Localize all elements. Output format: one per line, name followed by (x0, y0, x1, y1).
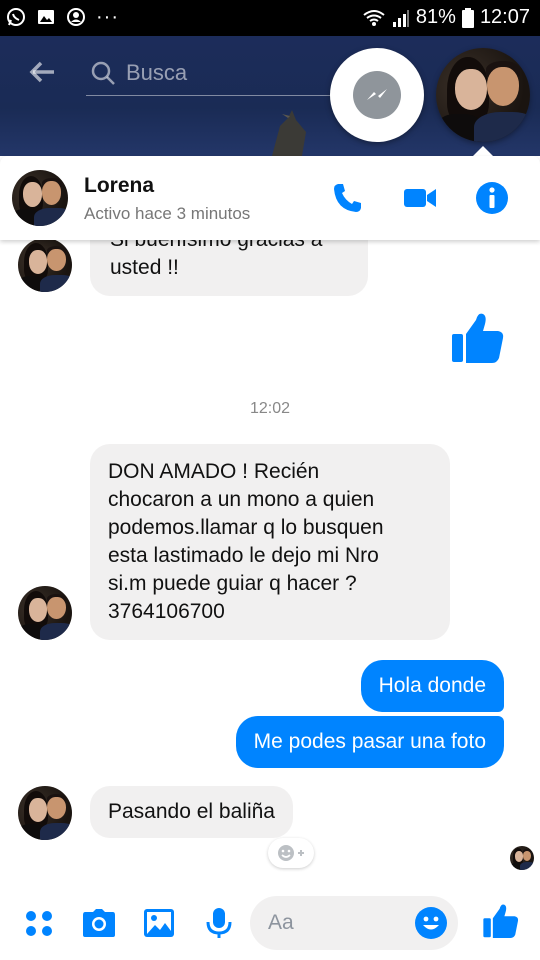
message-text: usted !! (110, 256, 179, 279)
messenger-icon (353, 71, 401, 119)
gallery-icon (38, 10, 54, 24)
video-icon[interactable] (402, 180, 438, 216)
image-icon[interactable] (142, 906, 176, 940)
message-text: si.m puede guiar q hacer ? (108, 572, 357, 595)
message-input-placeholder: Aa (268, 911, 294, 934)
battery-percent: 81% (415, 6, 456, 28)
search-icon (91, 61, 115, 85)
incoming-message[interactable]: DON AMADO ! Recién chocaron a un mono a … (90, 444, 450, 640)
outgoing-message[interactable]: Me podes pasar una foto (235, 716, 504, 768)
add-reaction-icon (278, 845, 304, 861)
message-text: Si buenísimo gracias a (110, 240, 348, 254)
like-icon[interactable] (450, 310, 506, 366)
incoming-message[interactable]: Pasando el baliña (90, 786, 293, 838)
message-list[interactable]: Si buenísimo gracias a usted !! 12:02 DO… (0, 240, 540, 886)
contact-chathead[interactable] (436, 48, 530, 142)
message-input[interactable]: Aa (250, 896, 458, 950)
phone-icon[interactable] (330, 180, 366, 216)
like-icon[interactable] (482, 902, 520, 940)
add-reaction-button[interactable] (268, 838, 314, 868)
message-text: chocaron a un mono a quien (108, 488, 375, 511)
message-text: Pasando el baliña (108, 800, 275, 823)
conversation-header: Lorena Activo hace 3 minutos (0, 156, 540, 240)
mic-icon[interactable] (202, 906, 236, 940)
incoming-message[interactable]: Si buenísimo gracias a usted !! (90, 240, 368, 296)
signal-icon (392, 9, 409, 27)
avatar[interactable] (18, 586, 72, 640)
battery-icon (461, 7, 474, 28)
whatsapp-icon (7, 8, 25, 26)
message-text: Hola donde (378, 674, 486, 697)
contact-activity-status: Activo hace 3 minutos (84, 204, 251, 223)
message-text: Me podes pasar una foto (253, 730, 486, 753)
camera-icon[interactable] (82, 906, 116, 940)
message-text: 3764106700 (108, 600, 225, 623)
background-image-fragment (272, 110, 306, 156)
timestamp: 12:02 (249, 400, 291, 417)
clock: 12:07 (479, 6, 530, 28)
more-apps-icon[interactable] (22, 906, 56, 940)
contact-name[interactable]: Lorena (84, 174, 154, 198)
wifi-icon (363, 9, 385, 26)
info-icon[interactable] (474, 180, 510, 216)
message-text: podemos.llamar q lo busquen (108, 516, 384, 539)
message-text: esta lastimado le dejo mi Nro (108, 544, 379, 567)
messenger-chathead-button[interactable] (330, 48, 424, 142)
back-arrow-icon[interactable] (28, 60, 56, 84)
account-icon (67, 8, 85, 26)
status-bar: ··· 81% 12:07 (0, 0, 540, 36)
search-placeholder: Busca (126, 60, 188, 85)
avatar[interactable] (12, 170, 68, 226)
seen-indicator-avatar (510, 846, 534, 870)
outgoing-message[interactable]: Hola donde (360, 660, 504, 712)
avatar[interactable] (18, 240, 72, 292)
emoji-icon[interactable] (414, 906, 448, 940)
avatar[interactable] (18, 786, 72, 840)
message-text: DON AMADO ! Recién (108, 460, 320, 483)
overflow-dots: ··· (96, 6, 119, 28)
message-composer: Aa (0, 886, 540, 960)
